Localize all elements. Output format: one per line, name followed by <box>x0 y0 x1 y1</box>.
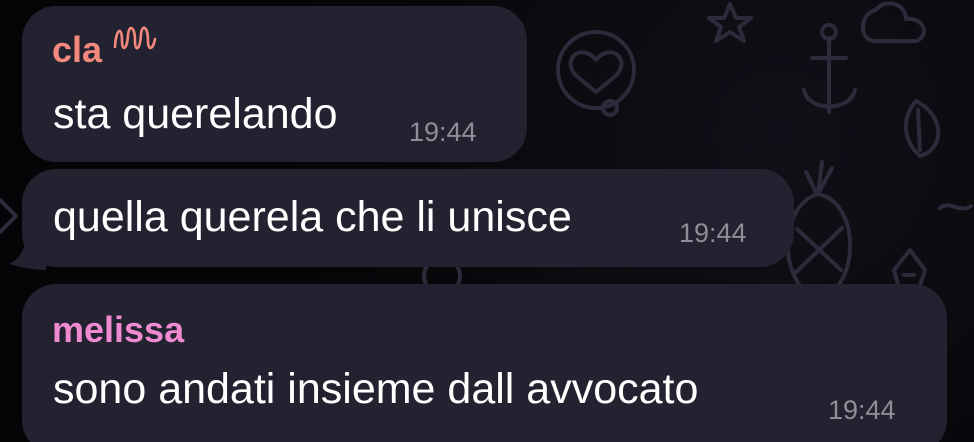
message-text: sta querelando <box>53 90 338 138</box>
sender-name[interactable]: melissa <box>52 310 184 350</box>
star-doodle-icon <box>707 2 753 43</box>
leaf-doodle-icon <box>903 99 941 158</box>
arrow-doodle-icon <box>0 198 18 234</box>
sender-name[interactable]: cla <box>52 30 102 70</box>
message-text: quella querela che li unisce <box>53 193 572 241</box>
pineapple-doodle-icon <box>785 160 853 301</box>
wave-doodle-icon <box>938 203 973 211</box>
message-timestamp: 19:44 <box>679 218 747 248</box>
heart-doodle-icon <box>568 50 624 94</box>
anchor-doodle-icon <box>802 36 857 114</box>
message-bubble-2[interactable]: quella querela che li unisce 19:44 <box>22 169 794 267</box>
message-timestamp: 19:44 <box>409 117 477 147</box>
message-bubble-1[interactable]: cla sta querelando 19:44 <box>22 6 527 162</box>
cloud-doodle-icon <box>861 1 926 43</box>
heart-doodle-frame-icon <box>556 30 636 110</box>
chat-view: cla sta querelando 19:44 quella querela … <box>0 0 974 442</box>
message-timestamp: 19:44 <box>828 395 896 425</box>
message-bubble-3[interactable]: melissa sono andati insieme dall avvocat… <box>22 284 947 442</box>
message-text: sono andati insieme dall avvocato <box>53 365 699 413</box>
wavy-emoji-icon <box>113 26 157 50</box>
